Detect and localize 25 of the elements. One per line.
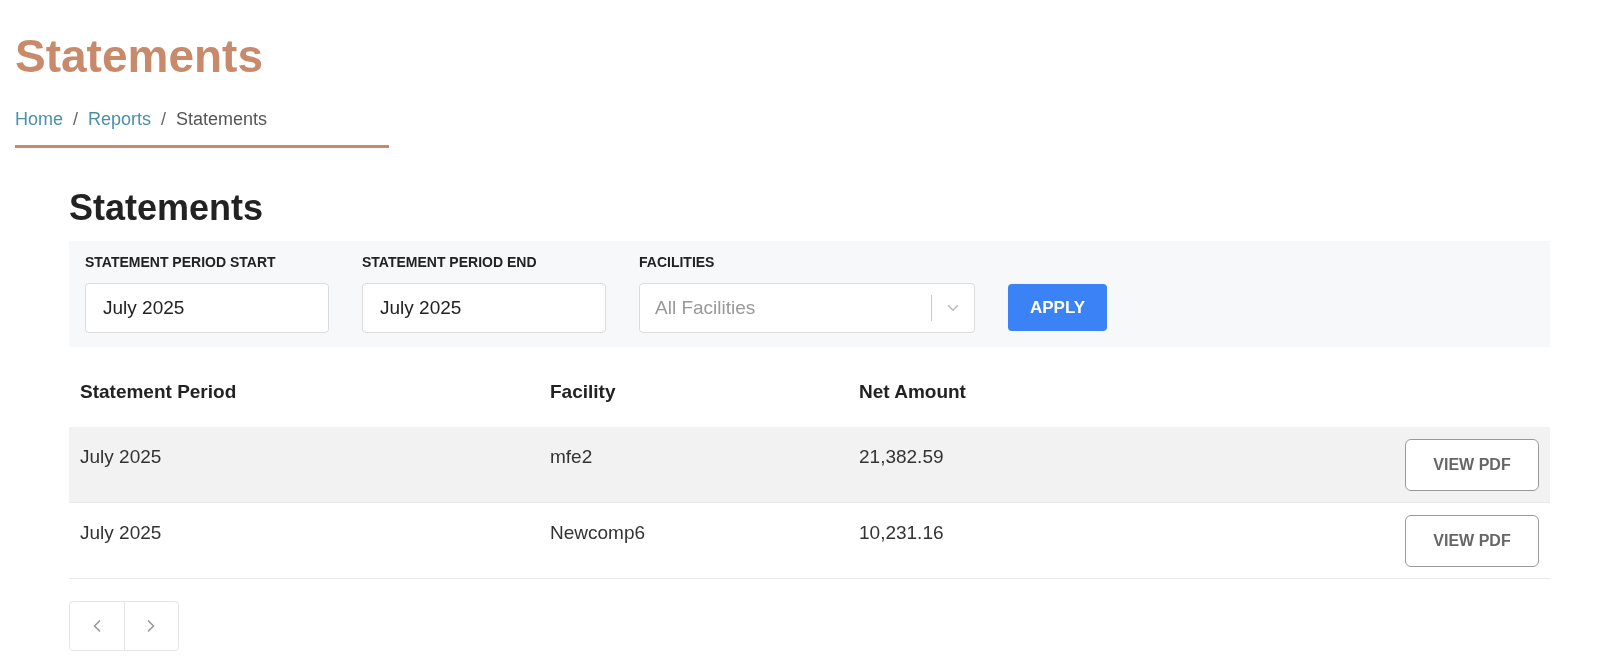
page-title: Statements	[15, 33, 263, 79]
breadcrumb-link[interactable]: Reports	[88, 106, 152, 133]
column-header: Facility	[550, 380, 616, 402]
table-cell: July 2025	[80, 446, 162, 467]
table-cell: 21,382.59	[859, 446, 944, 467]
filter-label: STATEMENT PERIOD END	[362, 253, 538, 272]
table-cell: Newcomp6	[550, 522, 646, 543]
table-cell: mfe2	[550, 446, 593, 467]
section-title: Statements	[69, 190, 264, 226]
date-field[interactable]: July 2025	[85, 283, 329, 333]
apply-button[interactable]: APPLY	[1008, 284, 1107, 331]
breadcrumb-separator: /	[73, 108, 79, 131]
breadcrumb-link[interactable]: Home	[15, 106, 63, 133]
view-pdf-button[interactable]: VIEW PDF	[1405, 439, 1539, 491]
date-field[interactable]: July 2025	[362, 283, 606, 333]
column-header: Statement Period	[80, 380, 237, 402]
filter-label: FACILITIES	[639, 253, 716, 272]
table-cell: July 2025	[80, 522, 162, 543]
breadcrumb-current: Statements	[176, 108, 268, 131]
column-header: Net Amount	[859, 380, 966, 402]
breadcrumb-separator: /	[161, 108, 167, 131]
table-cell: 10,231.16	[859, 522, 944, 543]
facilities-select[interactable]: All Facilities	[639, 283, 975, 333]
filter-label: STATEMENT PERIOD START	[85, 253, 277, 272]
view-pdf-button[interactable]: VIEW PDF	[1405, 515, 1539, 567]
